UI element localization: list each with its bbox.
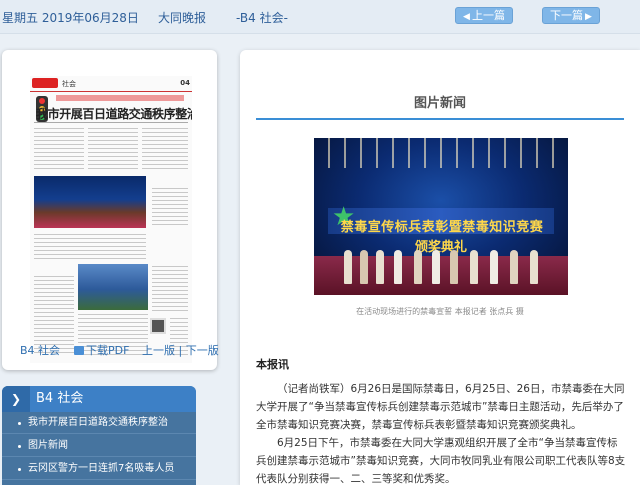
prev-article-label: 上一篇 xyxy=(471,9,505,22)
thumbnail-masthead: 社会 04 xyxy=(30,76,192,92)
paper-logo xyxy=(32,78,58,88)
newspaper-page-thumbnail[interactable]: 社会 04 我市开展百日道路交通秩序整治 xyxy=(30,76,192,363)
current-page-link[interactable]: B4 社会 xyxy=(20,342,60,358)
page-prev-next-links[interactable]: 上一版 | 下一版 xyxy=(142,342,219,358)
article-photo[interactable]: ★ 禁毒宣传标兵表彰暨禁毒知识竞赛 颁奖典礼 xyxy=(314,138,568,295)
list-item[interactable]: 云冈区警方一日连抓7名吸毒人员 xyxy=(2,458,196,480)
download-pdf-label: 下载PDF xyxy=(86,344,130,357)
qr-code-icon xyxy=(150,318,166,334)
page-thumbnail-card: 社会 04 我市开展百日道路交通秩序整治 B4 社会 下载PDF 上一版 | 下… xyxy=(2,50,219,370)
top-bar: 星期五 2019年06月28日 大同晚报 -B4 社会- ◀ 上一篇 下一篇 ▶ xyxy=(0,0,640,34)
thumbnail-text-block xyxy=(88,128,138,172)
pdf-icon xyxy=(74,346,84,355)
chevron-right-icon: ❯ xyxy=(2,386,30,412)
section-title: B4 社会 xyxy=(36,391,84,406)
article-paragraph: （记者尚铁军）6月26日是国际禁毒日，6月25日、26日，市禁毒委在大同大学开展… xyxy=(256,383,625,431)
thumbnail-text-block xyxy=(142,128,188,172)
issue-date: 星期五 2019年06月28日 xyxy=(2,11,139,25)
next-article-button[interactable]: 下一篇 ▶ xyxy=(542,7,600,24)
section-header: ❯ B4 社会 xyxy=(2,386,196,412)
chevron-right-icon: ▶ xyxy=(585,12,592,22)
article-paragraph: 6月25日下午，市禁毒委在大同大学惠观组织开展了全市“争当禁毒宣传标兵创建禁毒示… xyxy=(256,437,626,485)
photo-caption: 在活动现场进行的禁毒宣誓 本报记者 张点兵 摄 xyxy=(356,307,524,316)
thumbnail-photo xyxy=(78,264,148,310)
thumbnail-photo xyxy=(34,176,146,228)
thumbnail-kicker xyxy=(56,95,184,101)
thumbnail-page-number: 04 xyxy=(180,79,190,87)
article-title: 图片新闻 xyxy=(413,96,466,111)
chevron-left-icon: ◀ xyxy=(463,12,470,22)
thumbnail-text-block xyxy=(152,188,188,228)
thumbnail-section: 社会 xyxy=(62,80,76,88)
download-pdf-link[interactable]: 下载PDF xyxy=(74,342,129,358)
title-divider xyxy=(256,118,624,120)
prev-article-button[interactable]: ◀ 上一篇 xyxy=(455,7,513,24)
paper-name: 大同晚报 xyxy=(158,11,207,25)
list-item[interactable]: 我市开展百日道路交通秩序整治 xyxy=(2,412,196,434)
section-article-list: ❯ B4 社会 我市开展百日道路交通秩序整治 图片新闻 云冈区警方一日连抓7名吸… xyxy=(2,386,196,485)
next-article-label: 下一篇 xyxy=(550,9,584,22)
photo-banner-line1: 禁毒宣传标兵表彰暨禁毒知识竞赛 xyxy=(340,220,544,235)
thumbnail-headline: 我市开展百日道路交通秩序整治 xyxy=(36,107,192,121)
article-panel: 图片新闻 ★ 禁毒宣传标兵表彰暨禁毒知识竞赛 颁奖典礼 在活动现场进行的禁毒宣誓… xyxy=(240,50,640,485)
thumbnail-text-block xyxy=(152,266,188,314)
thumbnail-text-block xyxy=(34,234,146,260)
divider xyxy=(34,122,188,123)
article-byline: 本报讯 xyxy=(256,358,289,371)
page-label: -B4 社会- xyxy=(236,11,288,25)
thumbnail-text-block xyxy=(34,128,84,172)
list-item[interactable]: 图片新闻 xyxy=(2,435,196,457)
